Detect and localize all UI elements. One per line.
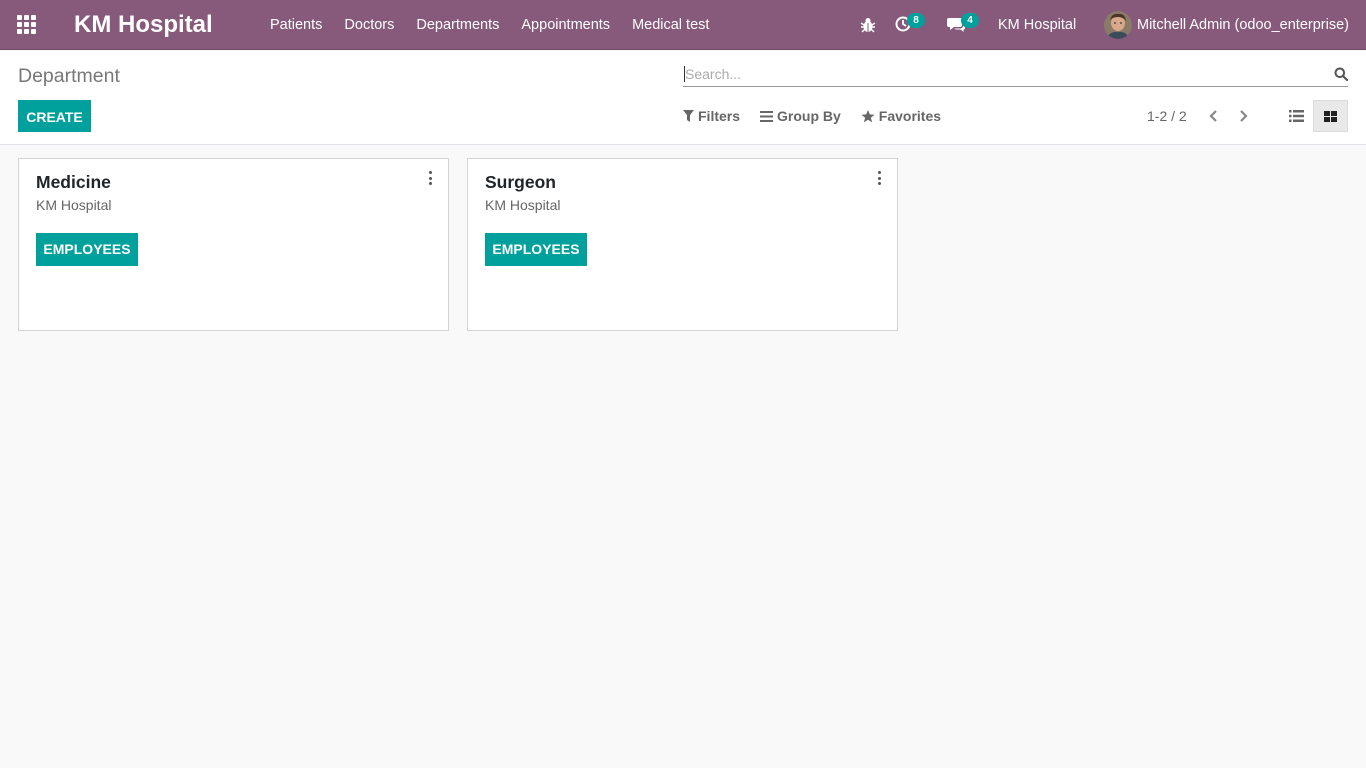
company-switcher[interactable]: KM Hospital bbox=[998, 0, 1076, 50]
menu-item-doctors[interactable]: Doctors bbox=[333, 0, 405, 50]
menu-item-patients[interactable]: Patients bbox=[259, 0, 333, 50]
group-by-button[interactable]: Group By bbox=[760, 108, 841, 124]
search-input[interactable] bbox=[683, 62, 1323, 85]
card-company: KM Hospital bbox=[485, 197, 561, 213]
kanban-view-icon bbox=[1324, 110, 1337, 122]
chevron-right-icon[interactable] bbox=[1237, 108, 1251, 124]
kanban-card[interactable]: Surgeon KM Hospital EMPLOYEES bbox=[467, 158, 898, 331]
card-company: KM Hospital bbox=[36, 197, 112, 213]
search-icon[interactable] bbox=[1334, 67, 1348, 81]
card-title: Medicine bbox=[36, 172, 111, 192]
group-by-label: Group By bbox=[777, 108, 841, 124]
activity-count-badge: 8 bbox=[907, 13, 925, 28]
card-title: Surgeon bbox=[485, 172, 556, 192]
kanban-card[interactable]: Medicine KM Hospital EMPLOYEES bbox=[18, 158, 449, 331]
filters-button[interactable]: Filters bbox=[683, 108, 740, 124]
bug-icon[interactable] bbox=[860, 16, 876, 34]
avatar bbox=[1104, 11, 1132, 39]
pager-value[interactable]: 1-2 / 2 bbox=[1147, 108, 1187, 124]
kanban-view-button[interactable] bbox=[1313, 100, 1348, 132]
favorites-button[interactable]: Favorites bbox=[861, 108, 941, 124]
bars-icon bbox=[760, 110, 774, 122]
vertical-dots-icon[interactable] bbox=[875, 171, 883, 185]
search-options: Filters Group By Favorites bbox=[683, 106, 961, 126]
vertical-dots-icon[interactable] bbox=[426, 171, 434, 185]
top-navbar: KM Hospital Patients Doctors Departments… bbox=[0, 0, 1366, 50]
filter-icon bbox=[683, 110, 694, 122]
employees-button[interactable]: EMPLOYEES bbox=[36, 233, 138, 266]
list-view-button[interactable] bbox=[1279, 100, 1313, 132]
create-button[interactable]: CREATE bbox=[18, 100, 91, 132]
app-brand[interactable]: KM Hospital bbox=[74, 10, 213, 39]
menu-item-appointments[interactable]: Appointments bbox=[510, 0, 621, 50]
page-title: Department bbox=[18, 65, 120, 87]
filters-label: Filters bbox=[698, 108, 741, 124]
favorites-label: Favorites bbox=[878, 108, 942, 124]
user-name: Mitchell Admin (odoo_enterprise) bbox=[1137, 17, 1349, 33]
employees-button[interactable]: EMPLOYEES bbox=[485, 233, 587, 266]
star-icon bbox=[861, 109, 875, 122]
list-view-icon bbox=[1288, 110, 1304, 122]
menu-item-medical-test[interactable]: Medical test bbox=[621, 0, 720, 50]
menu-item-departments[interactable]: Departments bbox=[405, 0, 510, 50]
chevron-left-icon[interactable] bbox=[1206, 108, 1220, 124]
message-count-badge: 4 bbox=[961, 13, 979, 28]
search-bar bbox=[683, 62, 1348, 87]
text-cursor bbox=[684, 66, 685, 82]
main-menu: Patients Doctors Departments Appointment… bbox=[259, 0, 720, 50]
user-menu[interactable]: Mitchell Admin (odoo_enterprise) bbox=[1104, 11, 1349, 39]
apps-grid-icon[interactable] bbox=[17, 15, 38, 34]
control-panel: Department CREATE Filters Group By bbox=[0, 51, 1366, 145]
